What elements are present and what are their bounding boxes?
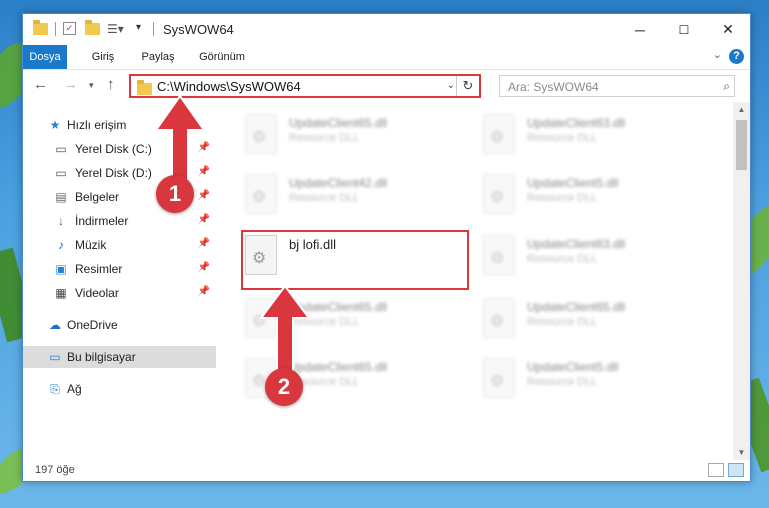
title-bar: ✓ ☰▾ ▾ SysWOW64 ─ ☐ ✕ xyxy=(23,14,750,45)
maximize-button[interactable]: ☐ xyxy=(662,14,706,45)
expand-ribbon-icon[interactable]: ⌄ xyxy=(713,48,722,61)
new-folder-icon[interactable] xyxy=(85,20,100,35)
address-path[interactable]: C:\Windows\SysWOW64 xyxy=(157,79,301,94)
file-item[interactable]: UpdateClient63.dll Resource DLL xyxy=(483,114,713,174)
minimize-button[interactable]: ─ xyxy=(618,14,662,45)
download-icon: ↓ xyxy=(58,214,64,228)
scroll-up-icon[interactable]: ▲ xyxy=(733,105,750,114)
nav-item-network[interactable]: ⎘ Ağ xyxy=(23,378,216,400)
customize-toolbar-icon[interactable]: ☰▾ xyxy=(107,22,124,38)
file-item[interactable]: UpdateClient65.dll Resource DLL xyxy=(483,298,713,358)
dll-file-icon xyxy=(483,298,515,338)
up-button[interactable]: ↑ xyxy=(107,76,115,93)
file-item[interactable]: UpdateClient65.dll Resource DLL xyxy=(245,114,475,174)
music-icon: ♪ xyxy=(58,238,64,252)
documents-icon: ▤ xyxy=(55,190,67,204)
step-badge-2: 2 xyxy=(265,368,303,406)
pin-icon[interactable]: 📌 xyxy=(198,238,210,249)
tab-dosya[interactable]: Dosya xyxy=(23,45,67,69)
chevron-down-icon[interactable]: ▾ xyxy=(136,22,141,38)
pin-icon[interactable]: 📌 xyxy=(198,262,210,273)
status-bar: 197 öğe xyxy=(23,460,750,481)
file-explorer-window: ✓ ☰▾ ▾ SysWOW64 ─ ☐ ✕ Dosya Giriş Paylaş… xyxy=(22,13,751,482)
nav-item-music[interactable]: ♪ Müzik 📌 xyxy=(23,234,216,256)
tab-gorunum[interactable]: Görünüm xyxy=(193,45,251,69)
cloud-icon: ☁ xyxy=(49,318,61,332)
star-icon: ★ xyxy=(49,118,61,132)
dll-file-icon xyxy=(245,114,277,154)
nav-item-this-pc[interactable]: ▭ Bu bilgisayar xyxy=(23,346,216,368)
recent-locations-button[interactable]: ▾ xyxy=(89,80,94,91)
network-icon: ⎘ xyxy=(50,382,60,396)
chevron-down-icon[interactable]: ⌄ xyxy=(447,80,455,91)
step-badge-1: 1 xyxy=(156,175,194,213)
vertical-scrollbar[interactable]: ▲ ▼ xyxy=(733,102,750,460)
dll-file-icon xyxy=(483,174,515,214)
drive-icon: ▭ xyxy=(55,166,67,180)
pin-icon[interactable]: 📌 xyxy=(198,286,210,297)
nav-item-pictures[interactable]: ▣ Resimler 📌 xyxy=(23,258,216,280)
highlight-box xyxy=(241,230,469,290)
address-row: ← → ▾ ↑ C:\Windows\SysWOW64 ⌄ ↻ ⌕ xyxy=(23,70,750,102)
back-button[interactable]: ← xyxy=(33,76,48,93)
address-bar[interactable]: C:\Windows\SysWOW64 ⌄ ↻ xyxy=(129,74,481,98)
details-view-button[interactable] xyxy=(708,463,724,477)
search-box[interactable]: ⌕ xyxy=(499,75,735,97)
large-icons-view-button[interactable] xyxy=(728,463,744,477)
ribbon-tabs: Dosya Giriş Paylaş Görünüm ⌄ ? xyxy=(23,45,750,70)
search-icon[interactable]: ⌕ xyxy=(723,79,730,94)
dll-file-icon xyxy=(483,358,515,398)
folder-icon xyxy=(33,20,48,35)
computer-icon: ▭ xyxy=(49,350,61,364)
forward-button[interactable]: → xyxy=(63,76,78,93)
nav-item-onedrive[interactable]: ☁ OneDrive xyxy=(23,314,216,336)
scroll-thumb[interactable] xyxy=(736,120,747,170)
file-item[interactable]: UpdateClient5.dll Resource DLL xyxy=(483,174,713,234)
search-input[interactable] xyxy=(506,78,710,96)
refresh-button[interactable]: ↻ xyxy=(456,76,479,96)
help-icon[interactable]: ? xyxy=(729,49,744,64)
dll-file-icon xyxy=(483,235,515,275)
file-list: UpdateClient65.dll Resource DLL UpdateCl… xyxy=(233,102,733,460)
file-item[interactable]: UpdateClient63.dll Resource DLL xyxy=(483,235,713,295)
pictures-icon: ▣ xyxy=(55,262,67,276)
folder-icon xyxy=(137,80,152,95)
dll-file-icon xyxy=(483,114,515,154)
file-item[interactable]: UpdateClient5.dll Resource DLL xyxy=(483,358,713,418)
tab-giris[interactable]: Giriş xyxy=(83,45,123,69)
divider xyxy=(153,22,154,36)
properties-icon[interactable]: ✓ xyxy=(63,22,76,35)
tab-paylas[interactable]: Paylaş xyxy=(136,45,180,69)
file-item[interactable]: UpdateClient42.dll Resource DLL xyxy=(245,174,475,234)
drive-icon: ▭ xyxy=(55,142,67,156)
item-count: 197 öğe xyxy=(35,464,75,476)
scroll-down-icon[interactable]: ▼ xyxy=(733,448,750,457)
close-button[interactable]: ✕ xyxy=(706,14,750,45)
dll-file-icon xyxy=(245,174,277,214)
videos-icon: ▦ xyxy=(55,286,67,300)
divider xyxy=(55,22,56,36)
window-title: SysWOW64 xyxy=(163,22,234,37)
nav-item-videos[interactable]: ▦ Videolar 📌 xyxy=(23,282,216,304)
